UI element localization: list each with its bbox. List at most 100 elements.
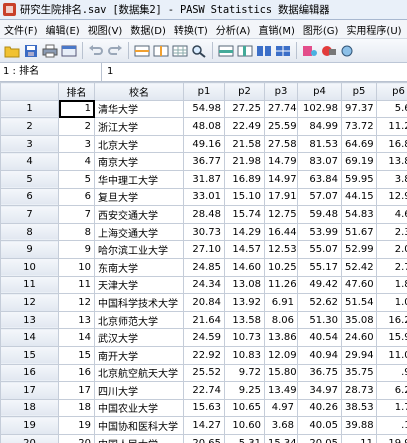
data-cell[interactable]: 10 xyxy=(58,257,95,277)
data-cell[interactable]: 40.26 xyxy=(297,398,342,418)
data-cell[interactable]: 14.57 xyxy=(224,240,265,259)
data-cell[interactable]: 13 xyxy=(58,310,95,330)
data-cell[interactable]: 17.91 xyxy=(264,187,298,207)
data-cell[interactable]: 12.53 xyxy=(264,240,298,259)
data-cell[interactable]: 8.06 xyxy=(264,310,298,330)
data-cell[interactable]: 2.75 xyxy=(376,257,407,277)
data-cell[interactable]: 9.25 xyxy=(224,381,265,400)
data-cell[interactable]: 28.48 xyxy=(183,205,225,224)
data-cell[interactable]: 20.65 xyxy=(183,433,225,443)
data-cell[interactable]: 34.97 xyxy=(297,381,342,400)
data-cell[interactable]: 49.42 xyxy=(297,275,342,295)
data-cell[interactable]: 27.74 xyxy=(264,99,298,119)
data-cell[interactable]: 22.74 xyxy=(183,381,225,400)
data-cell[interactable]: 16.44 xyxy=(264,222,298,242)
data-cell[interactable]: 39.88 xyxy=(341,416,377,435)
data-cell[interactable]: 3 xyxy=(58,134,95,154)
row-header[interactable]: 1 xyxy=(0,99,59,119)
row-header[interactable]: 12 xyxy=(0,293,59,312)
data-cell[interactable]: 40.05 xyxy=(297,416,342,435)
menu-utilities[interactable]: 实用程序(U) xyxy=(342,22,405,37)
data-cell[interactable]: 35.08 xyxy=(341,310,377,330)
data-cell[interactable]: 15.34 xyxy=(264,433,298,443)
data-cell[interactable]: 49.16 xyxy=(183,134,225,154)
data-cell[interactable]: 西安交通大学 xyxy=(94,205,184,224)
data-cell[interactable]: 27.58 xyxy=(264,134,298,154)
data-cell[interactable]: 35.75 xyxy=(341,363,377,383)
data-cell[interactable]: 天津大学 xyxy=(94,275,184,295)
data-cell[interactable]: 16 xyxy=(58,363,95,383)
data-cell[interactable]: 2.32 xyxy=(376,222,407,242)
data-cell[interactable]: 清华大学 xyxy=(94,99,184,119)
column-header-p4[interactable]: p4 xyxy=(297,82,342,101)
data-cell[interactable]: 15.74 xyxy=(224,205,265,224)
data-cell[interactable]: 6 xyxy=(58,187,95,207)
data-cell[interactable]: 10.60 xyxy=(224,416,265,435)
data-cell[interactable]: 北京航空航天大学 xyxy=(94,363,184,383)
data-cell[interactable]: 16.89 xyxy=(224,169,265,189)
data-cell[interactable]: 北京大学 xyxy=(94,134,184,154)
data-cell[interactable]: 2 xyxy=(58,117,95,136)
data-cell[interactable]: 1.82 xyxy=(376,275,407,295)
row-header[interactable]: 16 xyxy=(0,363,59,383)
data-cell[interactable]: 哈尔滨工业大学 xyxy=(94,240,184,259)
data-cell[interactable]: 12.75 xyxy=(264,205,298,224)
data-cell[interactable]: 13.88 xyxy=(376,152,407,171)
data-cell[interactable]: 33.01 xyxy=(183,187,225,207)
data-cell[interactable]: 四川大学 xyxy=(94,381,184,400)
data-cell[interactable]: 4.64 xyxy=(376,205,407,224)
data-cell[interactable]: 52.62 xyxy=(297,293,342,312)
data-cell[interactable]: 30.73 xyxy=(183,222,225,242)
column-header-p6[interactable]: p6 xyxy=(376,82,407,101)
data-cell[interactable]: 1 xyxy=(58,99,95,119)
data-cell[interactable]: 21.58 xyxy=(224,134,265,154)
row-header[interactable]: 14 xyxy=(0,328,59,347)
data-cell[interactable]: 13.49 xyxy=(264,381,298,400)
data-cell[interactable]: 54.98 xyxy=(183,99,225,119)
data-cell[interactable]: 10.83 xyxy=(224,345,265,365)
open-folder-icon[interactable] xyxy=(4,43,20,59)
data-cell[interactable]: 19.94 xyxy=(376,433,407,443)
column-header-school[interactable]: 校名 xyxy=(94,82,184,101)
row-header[interactable]: 18 xyxy=(0,398,59,418)
data-cell[interactable]: 21.64 xyxy=(183,310,225,330)
column-header-p2[interactable]: p2 xyxy=(224,82,265,101)
row-header[interactable]: 3 xyxy=(0,134,59,154)
data-cell[interactable]: 102.98 xyxy=(297,99,342,119)
data-cell[interactable]: 1.73 xyxy=(376,398,407,418)
print-icon[interactable] xyxy=(42,43,58,59)
data-cell[interactable]: 12.09 xyxy=(264,345,298,365)
row-header[interactable]: 7 xyxy=(0,205,59,224)
row-number-header[interactable] xyxy=(0,82,59,101)
split-file-icon[interactable] xyxy=(256,43,272,59)
data-cell[interactable]: 14.60 xyxy=(224,257,265,277)
data-cell[interactable]: 53.99 xyxy=(297,222,342,242)
menu-direct-marketing[interactable]: 直销(M) xyxy=(254,22,298,37)
data-cell[interactable]: 南开大学 xyxy=(94,345,184,365)
data-cell[interactable]: 11 xyxy=(58,275,95,295)
data-cell[interactable]: 6.24 xyxy=(376,381,407,400)
data-cell[interactable]: 24.60 xyxy=(341,328,377,347)
data-cell[interactable]: 3.89 xyxy=(376,169,407,189)
find-icon[interactable] xyxy=(191,43,207,59)
data-cell[interactable]: 24.59 xyxy=(183,328,225,347)
data-cell[interactable]: 51.54 xyxy=(341,293,377,312)
data-cell[interactable]: 4 xyxy=(58,152,95,171)
data-cell[interactable]: 15.63 xyxy=(183,398,225,418)
data-cell[interactable]: 10.25 xyxy=(264,257,298,277)
data-cell[interactable]: 1.08 xyxy=(376,293,407,312)
menu-data[interactable]: 数据(D) xyxy=(126,22,170,37)
data-cell[interactable]: 7 xyxy=(58,205,95,224)
data-cell[interactable]: 3.68 xyxy=(264,416,298,435)
data-cell[interactable]: 15.10 xyxy=(224,187,265,207)
data-cell[interactable]: 54.83 xyxy=(341,205,377,224)
data-cell[interactable]: 22.49 xyxy=(224,117,265,136)
row-header[interactable]: 20 xyxy=(0,433,59,443)
data-cell[interactable]: 13.92 xyxy=(224,293,265,312)
data-cell[interactable]: 51.30 xyxy=(297,310,342,330)
row-header[interactable]: 11 xyxy=(0,275,59,295)
data-cell[interactable]: 11.00 xyxy=(376,345,407,365)
data-cell[interactable]: 59.95 xyxy=(341,169,377,189)
data-cell[interactable]: 27.10 xyxy=(183,240,225,259)
row-header[interactable]: 15 xyxy=(0,345,59,365)
